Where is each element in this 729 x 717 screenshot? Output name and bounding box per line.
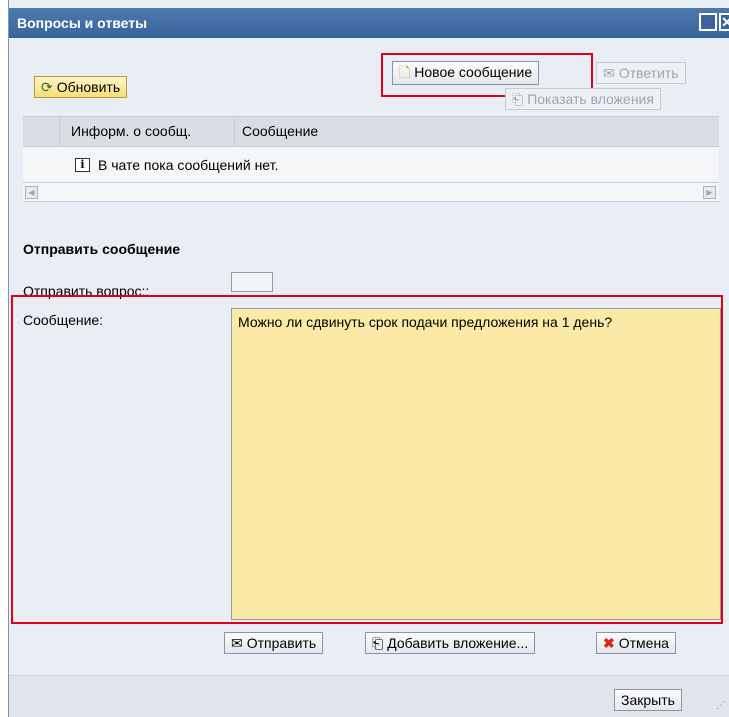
cancel-x-icon: ✖ — [603, 635, 615, 651]
horizontal-scrollbar[interactable]: ◀ ▶ — [23, 183, 719, 202]
question-checkbox[interactable] — [231, 272, 273, 292]
envelope-icon: ✉ — [231, 635, 243, 651]
refresh-button[interactable]: ⟳ Обновить — [34, 76, 128, 98]
paperclip-icon: ⎗ — [512, 91, 524, 107]
window-title: Вопросы и ответы — [17, 15, 148, 31]
qa-window: Вопросы и ответы ✕ ⟳ Обновить 🗋 Новое сооб… — [8, 0, 729, 717]
scroll-left-icon[interactable]: ◀ — [25, 186, 38, 199]
message-highlight — [11, 295, 723, 624]
window-titlebar: Вопросы и ответы ✕ — [9, 8, 729, 38]
paperclip-icon: ⎗ — [372, 635, 384, 651]
close-button[interactable]: Закрыть — [614, 689, 682, 711]
empty-table-text: В чате пока сообщений нет. — [98, 157, 279, 173]
cancel-button[interactable]: ✖ Отмена — [596, 632, 676, 654]
maximize-icon[interactable] — [699, 13, 717, 31]
send-section-title: Отправить сообщение — [23, 241, 181, 257]
show-attachments-button[interactable]: ⎗ Показать вложения — [505, 88, 661, 110]
reply-icon: ✉ — [603, 65, 615, 81]
send-button[interactable]: ✉ Отправить — [224, 632, 324, 654]
column-header-message[interactable]: Сообщение — [242, 123, 318, 139]
refresh-icon: ⟳ — [41, 79, 53, 95]
resize-grip-icon[interactable]: ⋰ — [716, 700, 726, 711]
scroll-right-icon[interactable]: ▶ — [703, 186, 716, 199]
messages-table-header: Информ. о сообщ. Сообщение — [23, 116, 719, 147]
column-header-info[interactable]: Информ. о сообщ. — [71, 123, 191, 139]
reply-button[interactable]: ✉ Ответить — [596, 62, 686, 84]
row-selector-header[interactable] — [23, 117, 60, 146]
close-icon[interactable]: ✕ — [719, 13, 729, 31]
table-row: i В чате пока сообщений нет. — [23, 147, 719, 183]
add-attachment-button[interactable]: ⎗ Добавить вложение... — [365, 632, 536, 654]
info-icon: i — [75, 158, 90, 172]
